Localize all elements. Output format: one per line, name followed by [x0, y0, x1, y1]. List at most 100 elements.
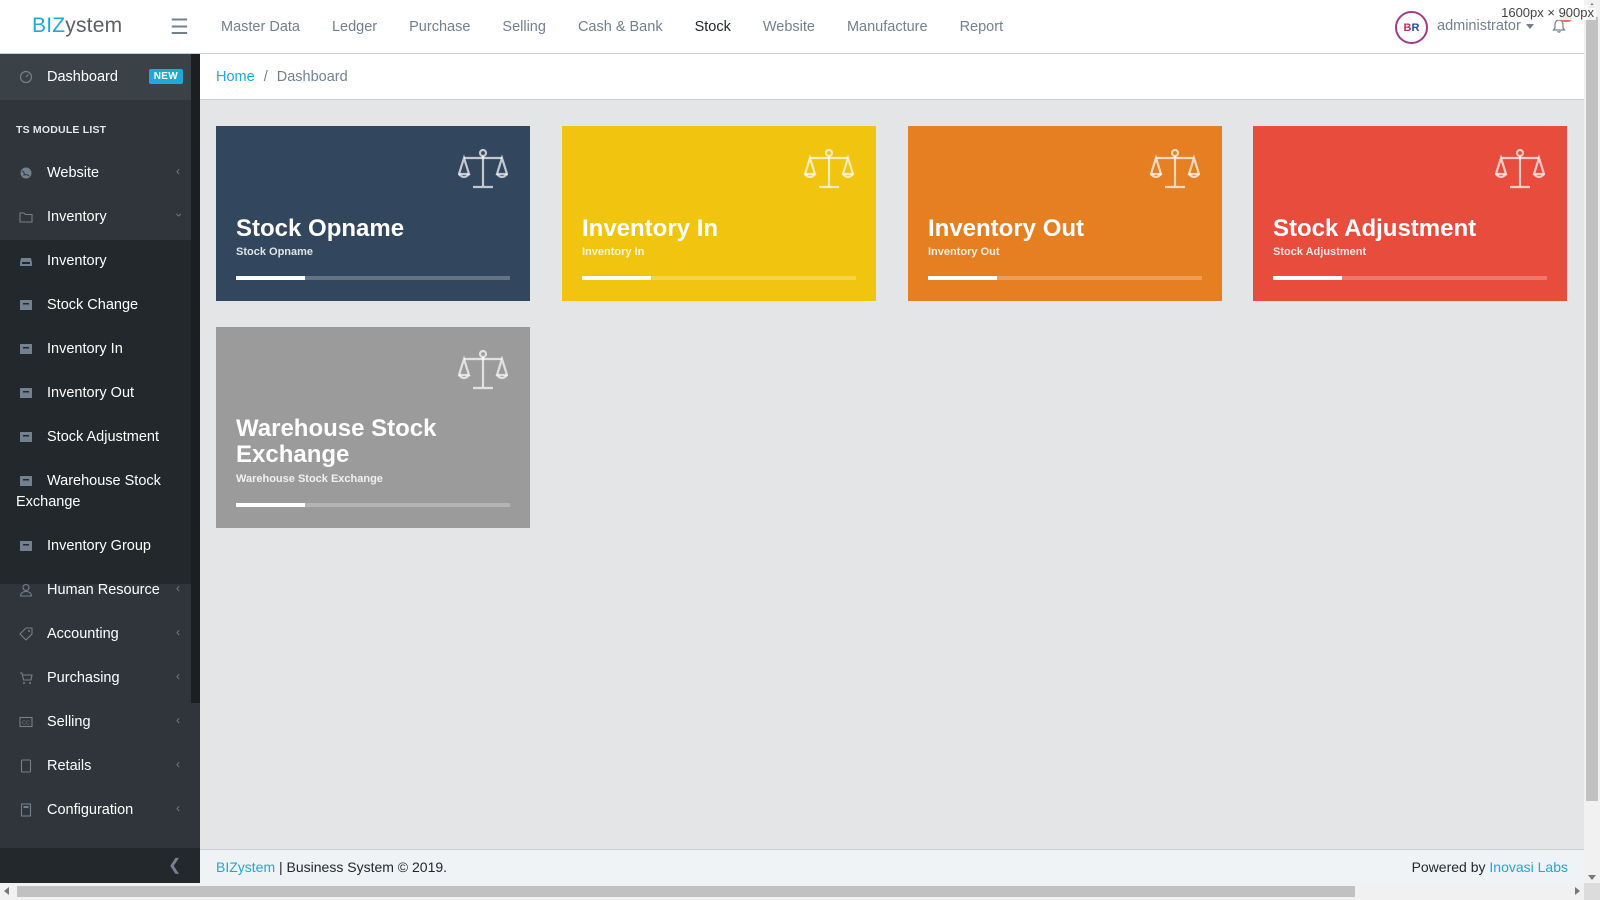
card-inventory-in[interactable]: Inventory In Inventory In — [562, 126, 876, 301]
chevron-left-icon: ‹ — [176, 164, 180, 178]
chevron-left-icon: ‹ — [176, 713, 180, 727]
globe-icon — [20, 167, 32, 179]
footer-right: Powered by Inovasi Labs — [1412, 859, 1568, 875]
card-stock-opname[interactable]: Stock Opname Stock Opname — [216, 126, 530, 301]
progress-fill — [582, 276, 651, 280]
progress-track — [236, 503, 510, 507]
card-title: Inventory Out — [928, 215, 1085, 242]
sidebar-minimizer-icon[interactable]: ❮ — [168, 855, 181, 875]
scroll-down-icon[interactable] — [1588, 875, 1596, 880]
sidebar-item-label: Inventory Out — [47, 385, 135, 401]
box-icon — [20, 344, 32, 354]
footer-powered-link[interactable]: Inovasi Labs — [1489, 859, 1568, 875]
nav-report[interactable]: Report — [960, 19, 1004, 35]
sidebar-item-label: Dashboard — [47, 69, 118, 85]
progress-track — [236, 276, 510, 280]
breadcrumb-current: Dashboard — [276, 68, 348, 85]
avatar-letter: B — [1403, 21, 1412, 34]
cc-icon: CC — [19, 716, 33, 728]
chevron-left-icon: ‹ — [176, 581, 180, 595]
sidebar-item-stock-adjustment[interactable]: Stock Adjustment — [0, 415, 191, 460]
sidebar-item-inventory[interactable]: Inventory — [0, 239, 191, 284]
box-icon — [20, 476, 32, 486]
brand-suffix: ystem — [65, 14, 123, 37]
scrollbar-thumb[interactable] — [17, 886, 1355, 897]
tablet-icon — [20, 759, 32, 773]
footer-left: BIZystem | Business System © 2019. — [216, 859, 447, 875]
chevron-left-icon: ‹ — [176, 669, 180, 683]
card-subtitle: Stock Opname — [236, 246, 314, 258]
chevron-left-icon: ‹ — [176, 801, 180, 815]
footer-brand-link[interactable]: BIZystem — [216, 859, 275, 875]
nav-selling[interactable]: Selling — [502, 19, 546, 35]
card-stock-adjustment[interactable]: Stock Adjustment Stock Adjustment — [1253, 126, 1567, 301]
breadcrumb-home[interactable]: Home — [216, 69, 255, 85]
balance-scale-icon — [804, 148, 854, 189]
sidebar-section-title: TS MODULE LIST — [16, 124, 107, 136]
sidebar-item-configuration[interactable]: Configuration ‹ — [0, 788, 191, 833]
nav-purchase[interactable]: Purchase — [409, 19, 470, 35]
progress-fill — [236, 276, 305, 280]
scroll-left-icon[interactable] — [4, 887, 9, 895]
sidebar-item-inventory-in[interactable]: Inventory In — [0, 327, 191, 372]
sidebar-item-accounting[interactable]: Accounting ‹ — [0, 612, 191, 657]
vertical-scrollbar[interactable] — [1584, 0, 1600, 883]
app-header: BIZystem ☰ Master Data Ledger Purchase S… — [0, 0, 1584, 54]
sidebar-item-label: Retails — [47, 758, 92, 774]
nav-master-data[interactable]: Master Data — [221, 19, 300, 35]
sidebar-item-human-resource[interactable]: Human Resource ‹ — [0, 568, 191, 613]
balance-scale-icon — [458, 349, 508, 390]
sidebar-item-label: Stock Change — [47, 297, 139, 313]
sidebar-scrollbar[interactable] — [191, 54, 200, 703]
nav-website[interactable]: Website — [763, 19, 815, 35]
sidebar-item-label: Inventory — [47, 209, 107, 225]
sidebar-item-inventory-out[interactable]: Inventory Out — [0, 371, 191, 416]
card-subtitle: Stock Adjustment — [1273, 246, 1367, 258]
sidebar-item-label: Exchange — [16, 494, 81, 510]
sidebar-item-website[interactable]: Website ‹ — [0, 151, 191, 196]
box-icon — [20, 388, 32, 398]
user-menu[interactable]: administrator — [1437, 18, 1534, 34]
nav-manufacture[interactable]: Manufacture — [847, 19, 928, 35]
user-icon — [19, 583, 33, 597]
sidebar-item-label: Human Resource — [47, 582, 160, 598]
balance-scale-icon — [1495, 148, 1545, 189]
scroll-right-icon[interactable] — [1575, 887, 1580, 895]
footer-copyright: | Business System © 2019. — [275, 859, 448, 875]
brand-prefix: BIZ — [32, 14, 66, 37]
progress-track — [1273, 276, 1547, 280]
sidebar-item-label: Stock Adjustment — [47, 429, 160, 445]
cart-icon — [20, 672, 33, 684]
calculator-icon — [20, 803, 32, 817]
sidebar-item-warehouse-stock-exchange[interactable]: Warehouse Stock Exchange — [0, 459, 191, 524]
box-icon — [20, 432, 32, 442]
sidebar-item-inventory-group[interactable]: Inventory Group — [0, 524, 191, 569]
sidebar-item-selling[interactable]: CC Selling ‹ — [0, 700, 191, 745]
card-warehouse-stock-exchange[interactable]: Warehouse Stock Exchange Warehouse Stock… — [216, 327, 530, 528]
sidebar-item-inventory-group[interactable]: Inventory ‹ — [0, 195, 191, 240]
card-subtitle: Inventory In — [582, 246, 645, 258]
nav-ledger[interactable]: Ledger — [332, 19, 377, 35]
box-icon — [20, 300, 32, 310]
card-inventory-out[interactable]: Inventory Out Inventory Out — [908, 126, 1222, 301]
hamburger-icon[interactable]: ☰ — [170, 15, 189, 40]
card-subtitle: Warehouse Stock Exchange — [236, 473, 383, 485]
progress-track — [928, 276, 1202, 280]
top-nav: Master Data Ledger Purchase Selling Cash… — [221, 0, 1035, 54]
card-title: Inventory In — [582, 215, 719, 242]
nav-stock[interactable]: Stock — [695, 19, 731, 35]
sidebar-item-retails[interactable]: Retails ‹ — [0, 744, 191, 789]
nav-cash-bank[interactable]: Cash & Bank — [578, 19, 663, 35]
sidebar-item-purchasing[interactable]: Purchasing ‹ — [0, 656, 191, 701]
caret-down-icon — [1525, 23, 1534, 29]
sidebar-item-dashboard[interactable]: Dashboard NEW — [0, 54, 191, 100]
user-name: administrator — [1437, 18, 1521, 34]
avatar[interactable]: BR — [1395, 11, 1428, 44]
scrollbar-thumb[interactable] — [1586, 17, 1598, 801]
svg-text:CC: CC — [22, 721, 30, 727]
sidebar-item-label: Inventory Group — [47, 538, 151, 554]
horizontal-scrollbar[interactable] — [0, 883, 1584, 900]
card-title: Warehouse Stock — [236, 415, 437, 442]
sidebar-item-stock-change[interactable]: Stock Change — [0, 283, 191, 328]
brand-logo[interactable]: BIZystem — [32, 14, 122, 38]
